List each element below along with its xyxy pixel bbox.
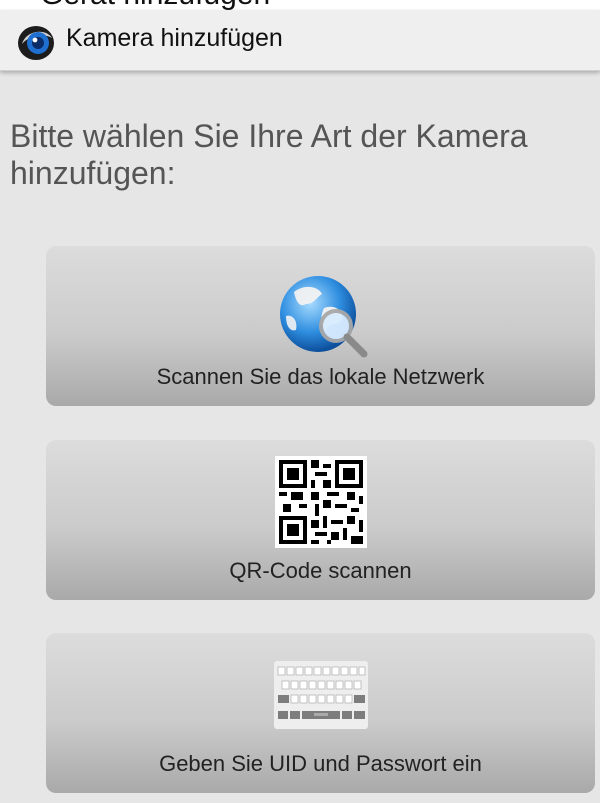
scan-network-label: Scannen Sie das lokale Netzwerk: [156, 364, 485, 389]
page-title: Kamera hinzufügen: [66, 24, 283, 52]
qr-code-icon: [275, 456, 367, 548]
enter-uid-password-label: Geben Sie UID und Passwort ein: [159, 751, 482, 776]
app-bar: Kamera hinzufügen: [0, 10, 600, 71]
status-bar-cutoff: Gerät hinzufügen: [0, 0, 600, 10]
scan-qr-code-button[interactable]: QR-Code scannen: [46, 440, 595, 600]
enter-uid-password-button[interactable]: Geben Sie UID und Passwort ein: [46, 633, 595, 793]
scan-network-button[interactable]: Scannen Sie das lokale Netzwerk: [46, 246, 595, 406]
scan-qr-code-label: QR-Code scannen: [229, 558, 412, 583]
keyboard-icon: [274, 661, 368, 729]
globe-search-icon: [280, 276, 368, 358]
status-bar-partial-text: Gerät hinzufügen: [40, 0, 270, 10]
eye-camera-logo-icon: [18, 26, 54, 60]
instruction-text: Bitte wählen Sie Ihre Art der Kamera hin…: [10, 118, 528, 191]
